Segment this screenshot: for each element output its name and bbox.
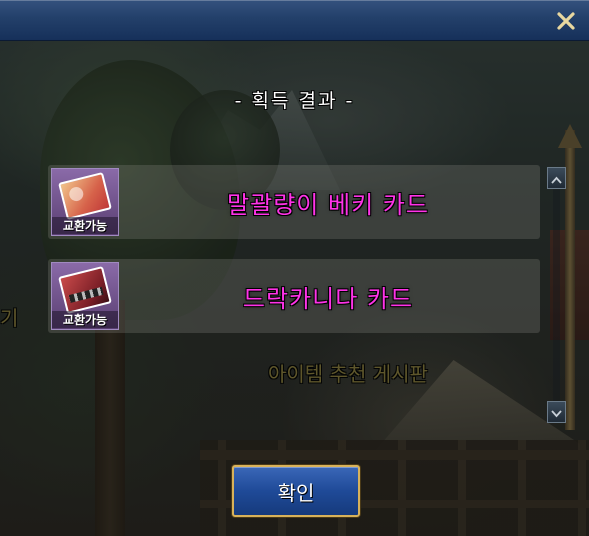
card-icon: 교환가능 <box>51 262 119 330</box>
chevron-up-icon <box>551 169 562 188</box>
close-button[interactable] <box>553 8 579 34</box>
chevron-down-icon <box>551 403 562 422</box>
scroll-up-button[interactable] <box>547 167 566 189</box>
result-scrollbar[interactable] <box>547 167 566 423</box>
scroll-track[interactable] <box>553 189 560 401</box>
result-item[interactable]: 교환가능 드락카니다 카드 <box>48 259 540 333</box>
result-title: - 획득 결과 - <box>234 90 355 112</box>
tradeable-badge: 교환가능 <box>52 217 118 234</box>
title-bar <box>0 0 589 41</box>
result-item[interactable]: 교환가능 말괄량이 베키 카드 <box>48 165 540 239</box>
scroll-down-button[interactable] <box>547 401 566 423</box>
tradeable-badge: 교환가능 <box>52 311 118 328</box>
result-list: 교환가능 말괄량이 베키 카드 교환가능 드락카니다 카드 <box>48 165 540 353</box>
item-name: 말괄량이 베키 카드 <box>227 190 429 219</box>
card-art <box>58 172 112 220</box>
card-art <box>58 266 112 314</box>
reward-result-window: 아이템 추천 게시판 기 - 획득 결과 - 교환가능 말괄량이 베키 카드 교… <box>0 0 589 536</box>
confirm-button[interactable]: 확인 <box>232 465 360 517</box>
close-icon <box>555 10 577 32</box>
card-icon: 교환가능 <box>51 168 119 236</box>
item-name: 드락카니다 카드 <box>242 284 414 313</box>
